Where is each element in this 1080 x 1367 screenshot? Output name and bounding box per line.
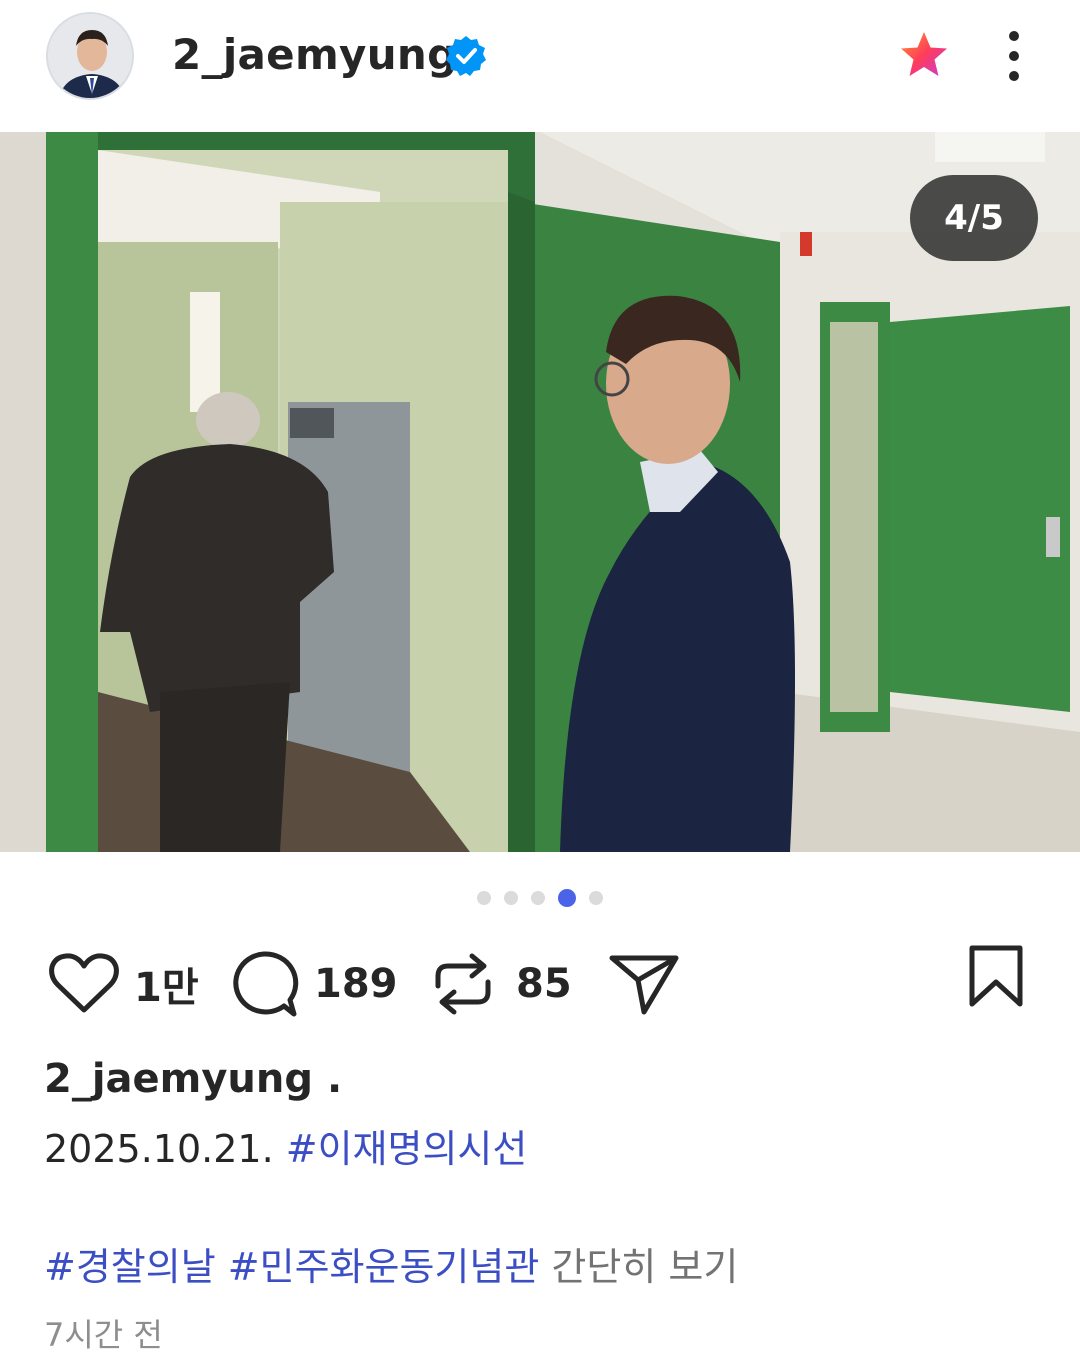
carousel-indicator	[0, 886, 1080, 910]
carousel-dot[interactable]	[531, 891, 545, 905]
caption-username[interactable]: 2_jaemyung	[44, 1056, 313, 1102]
verified-badge-icon	[444, 34, 488, 78]
heart-icon[interactable]	[48, 952, 120, 1016]
post-photo[interactable]: 4/5	[0, 132, 1080, 852]
bookmark-icon[interactable]	[966, 944, 1026, 1010]
hashtag-link[interactable]: #이재명의시선	[286, 1127, 528, 1171]
post-timestamp: 7시간 전	[44, 1316, 163, 1354]
carousel-dot-active[interactable]	[558, 889, 576, 907]
caption-suffix: .	[326, 1056, 343, 1102]
collapse-caption-link[interactable]: 간단히 보기	[551, 1245, 738, 1289]
share-action[interactable]	[606, 948, 682, 1020]
post-actions: 1만 189 85	[0, 940, 1080, 1030]
like-count: 1만	[134, 965, 199, 1011]
bookmark-action[interactable]	[966, 944, 1026, 1010]
caption-username-line: 2_jaemyung .	[44, 1056, 342, 1102]
hashtag-link[interactable]: #민주화운동기념관	[228, 1245, 540, 1289]
hashtag-link[interactable]: #경찰의날	[44, 1245, 216, 1289]
repost-icon[interactable]	[430, 948, 496, 1020]
comment-count: 189	[314, 961, 398, 1007]
carousel-dot[interactable]	[504, 891, 518, 905]
comment-icon[interactable]	[228, 948, 300, 1020]
carousel-dot[interactable]	[589, 891, 603, 905]
caption-line-1: 2025.10.21. #이재명의시선	[44, 1118, 527, 1173]
repost-action[interactable]: 85	[430, 948, 572, 1020]
comment-action[interactable]: 189	[228, 948, 398, 1020]
repost-count: 85	[516, 961, 572, 1007]
header-username[interactable]: 2_jaemyung	[172, 30, 457, 79]
send-icon[interactable]	[606, 948, 682, 1020]
profile-avatar[interactable]	[46, 12, 134, 100]
like-action[interactable]: 1만	[48, 952, 199, 1016]
caption-line-2: #경찰의날 #민주화운동기념관 간단히 보기	[44, 1236, 738, 1291]
carousel-dot[interactable]	[477, 891, 491, 905]
more-options-icon[interactable]	[994, 26, 1034, 86]
caption-date: 2025.10.21.	[44, 1127, 274, 1171]
favorite-star-icon[interactable]	[896, 28, 952, 84]
post-header: 2_jaemyung	[0, 0, 1080, 132]
photo-counter-badge: 4/5	[910, 175, 1038, 261]
